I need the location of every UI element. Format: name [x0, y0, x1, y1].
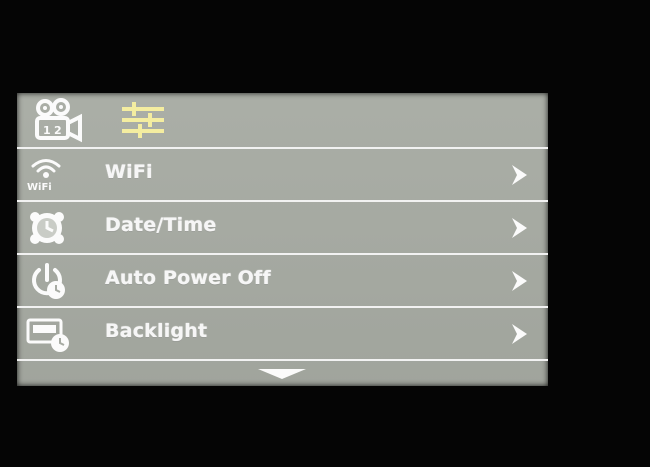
- menu-item-wifi[interactable]: WiFi WiFi: [17, 150, 548, 200]
- menu-item-label: Backlight: [105, 320, 208, 342]
- settings-sliders-icon[interactable]: [120, 99, 166, 141]
- svg-text:1: 1: [43, 124, 51, 137]
- divider: [17, 359, 548, 361]
- divider: [17, 147, 548, 149]
- backlight-icon: [25, 315, 71, 353]
- menu-header: 1 2: [17, 93, 548, 147]
- device-screen: 1 2 WiFi WiFi Date/Time Auto Power Off B…: [17, 93, 548, 386]
- chevron-right-icon: [506, 268, 532, 294]
- chevron-right-icon: [506, 162, 532, 188]
- chevron-right-icon: [506, 215, 532, 241]
- menu-item-label: Auto Power Off: [105, 267, 271, 289]
- divider: [17, 200, 548, 202]
- divider: [17, 306, 548, 308]
- chevron-right-icon: [506, 321, 532, 347]
- scroll-down-icon[interactable]: [256, 367, 308, 381]
- clock-icon: [25, 209, 71, 247]
- menu-item-auto-power-off[interactable]: Auto Power Off: [17, 256, 548, 306]
- menu-item-label: Date/Time: [105, 214, 217, 236]
- video-camera-icon[interactable]: 1 2: [33, 97, 85, 143]
- menu-item-label: WiFi: [105, 161, 153, 183]
- menu-item-date-time[interactable]: Date/Time: [17, 203, 548, 253]
- divider: [17, 253, 548, 255]
- menu-item-backlight[interactable]: Backlight: [17, 309, 548, 359]
- auto-power-off-icon: [25, 262, 71, 300]
- svg-text:2: 2: [54, 124, 62, 137]
- svg-text:WiFi: WiFi: [27, 182, 52, 193]
- wifi-icon: WiFi: [25, 156, 71, 194]
